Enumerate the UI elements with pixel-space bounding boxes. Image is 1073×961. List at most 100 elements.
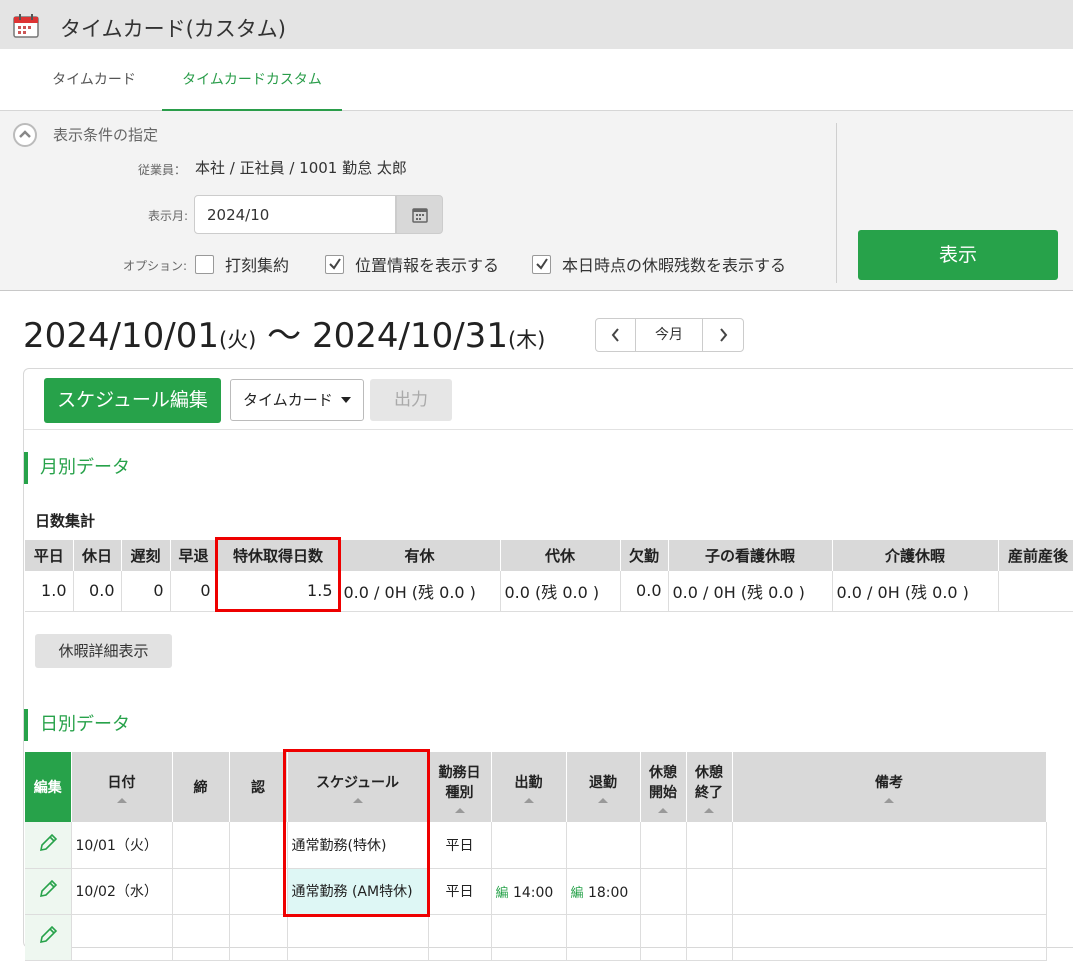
pencil-icon (39, 925, 57, 944)
in-time: 14:00 (512, 884, 554, 901)
range-end: 2024/10/31 (311, 316, 508, 356)
column-header-date[interactable]: 日付 (71, 752, 173, 822)
conditions-panel: 表示条件の指定 従業員： 本社 / 正社員 / 1001 勤怠 太郎 表示月: … (0, 111, 1073, 291)
table-cell: 0.0 (620, 571, 669, 612)
table-row: 10/02（水） 通常勤務 (AM特休) 平日 編 14:00 編 18:00 (25, 868, 1047, 915)
table-cell: 0.0 (73, 571, 122, 612)
column-header: 平日 (25, 540, 74, 571)
prev-month-button[interactable] (596, 319, 636, 351)
break-start-cell (640, 914, 687, 961)
edited-tag: 編 (570, 885, 584, 901)
day-type-cell: 平日 (428, 868, 492, 915)
location-label: 位置情報を表示する (355, 256, 500, 275)
leave-balance-checkbox[interactable] (532, 255, 551, 274)
header-label: 種別 (445, 784, 474, 801)
caret-down-icon (341, 397, 351, 403)
note-cell (732, 914, 1047, 961)
month-label: 表示月: (147, 209, 188, 223)
check-icon (536, 258, 548, 270)
punch-aggregate-checkbox[interactable] (195, 255, 214, 274)
app-title: タイムカード(カスタム) (60, 17, 286, 41)
edited-tag: 編 (495, 885, 509, 901)
calendar-icon (412, 208, 428, 223)
tab-timecard-custom[interactable]: タイムカードカスタム (162, 49, 342, 111)
schedule-cell (287, 914, 429, 961)
date-cell: 10/01（火） (71, 822, 173, 869)
header-label: 開始 (649, 784, 677, 801)
leave-detail-button[interactable]: 休暇詳細表示 (35, 634, 172, 668)
column-header-break-end[interactable]: 休憩 終了 (686, 752, 733, 822)
column-header-in[interactable]: 出勤 (491, 752, 567, 822)
sort-icon (884, 797, 894, 803)
break-start-cell (640, 868, 687, 915)
column-header: 欠勤 (620, 540, 669, 571)
chevron-left-icon (611, 328, 619, 342)
schedule-edit-button[interactable]: スケジュール編集 (44, 378, 221, 423)
column-header: 子の看護休暇 (668, 540, 833, 571)
approve-cell (229, 914, 288, 961)
tab-timecard[interactable]: タイムカード (32, 49, 156, 111)
column-header-out[interactable]: 退勤 (566, 752, 641, 822)
date-cell: 10/02（水） (71, 868, 173, 915)
break-end-cell (686, 914, 733, 961)
month-input[interactable]: 2024/10 (194, 195, 396, 234)
monthly-table: 平日 休日 遅刻 早退 特休取得日数 有休 代休 欠勤 子の看護休暇 介護休暇 … (25, 540, 1073, 612)
highlight-box (215, 537, 341, 612)
close-cell (172, 822, 230, 869)
edit-button[interactable] (25, 868, 72, 915)
divider (24, 429, 1073, 430)
monthly-section-title: 月別データ (24, 452, 130, 484)
out-cell (566, 822, 641, 869)
break-start-cell (640, 822, 687, 869)
close-cell (172, 868, 230, 915)
title-bar: タイムカード(カスタム) (0, 0, 1073, 49)
chevron-right-icon (720, 328, 728, 342)
view-select[interactable]: タイムカード (230, 379, 364, 421)
column-header: 早退 (170, 540, 218, 571)
table-cell: 0.0 / 0H (残 0.0 ) (668, 571, 833, 612)
main-panel: スケジュール編集 タイムカード 出力 月別データ 日数集計 平日 休日 遅刻 早… (23, 368, 1073, 961)
location-checkbox[interactable] (325, 255, 344, 274)
output-button[interactable]: 出力 (370, 379, 452, 421)
out-time: 18:00 (587, 884, 629, 901)
daily-table: 編集 日付 締 認 スケジュール 勤務日 種別 出勤 退勤 休憩 開始 休憩 終了 備… (25, 752, 1047, 961)
header-label: 備考 (875, 774, 903, 791)
note-cell (732, 822, 1047, 869)
date-range: 2024/10/01(火) 〜 2024/10/31(木) (23, 308, 545, 357)
sort-icon (116, 797, 127, 803)
check-icon (329, 258, 341, 270)
table-row: 10/01（火） 通常勤務(特休) 平日 (25, 822, 1047, 869)
next-month-button[interactable] (702, 319, 743, 351)
header-label: 日付 (107, 774, 136, 791)
table-header-row: 編集 日付 締 認 スケジュール 勤務日 種別 出勤 退勤 休憩 開始 休憩 終了 備… (25, 752, 1047, 822)
out-cell: 編 18:00 (566, 868, 641, 915)
chevron-up-icon (19, 130, 31, 138)
calendar-icon (13, 14, 39, 38)
current-month-button[interactable]: 今月 (636, 319, 702, 351)
day-type-cell (428, 914, 492, 961)
options-label: オプション: (122, 259, 187, 273)
edit-button[interactable] (25, 914, 72, 961)
header-label: 終了 (695, 784, 723, 801)
column-header-day-type[interactable]: 勤務日 種別 (428, 752, 492, 822)
collapse-toggle-button[interactable] (13, 123, 37, 147)
table-cell: 0.0 / 0H (残 0.0 ) (832, 571, 999, 612)
punch-aggregate-label: 打刻集約 (225, 256, 290, 275)
approve-cell (229, 868, 288, 915)
column-header-break-start[interactable]: 休憩 開始 (640, 752, 687, 822)
employee-value: 本社 / 正社員 / 1001 勤怠 太郎 (195, 159, 407, 177)
employee-label: 従業員： (137, 163, 186, 177)
show-button[interactable]: 表示 (858, 230, 1058, 280)
column-header-note[interactable]: 備考 (732, 752, 1047, 822)
edit-button[interactable] (25, 822, 72, 869)
conditions-title: 表示条件の指定 (53, 126, 159, 144)
note-cell (732, 868, 1047, 915)
date-cell (71, 914, 173, 961)
break-end-cell (686, 822, 733, 869)
table-cell: 0 (121, 571, 171, 612)
month-picker-button[interactable] (396, 195, 443, 234)
view-select-value: タイムカード (243, 391, 333, 409)
close-cell (172, 914, 230, 961)
sort-icon (704, 807, 714, 813)
range-separator: 〜 (267, 316, 302, 356)
